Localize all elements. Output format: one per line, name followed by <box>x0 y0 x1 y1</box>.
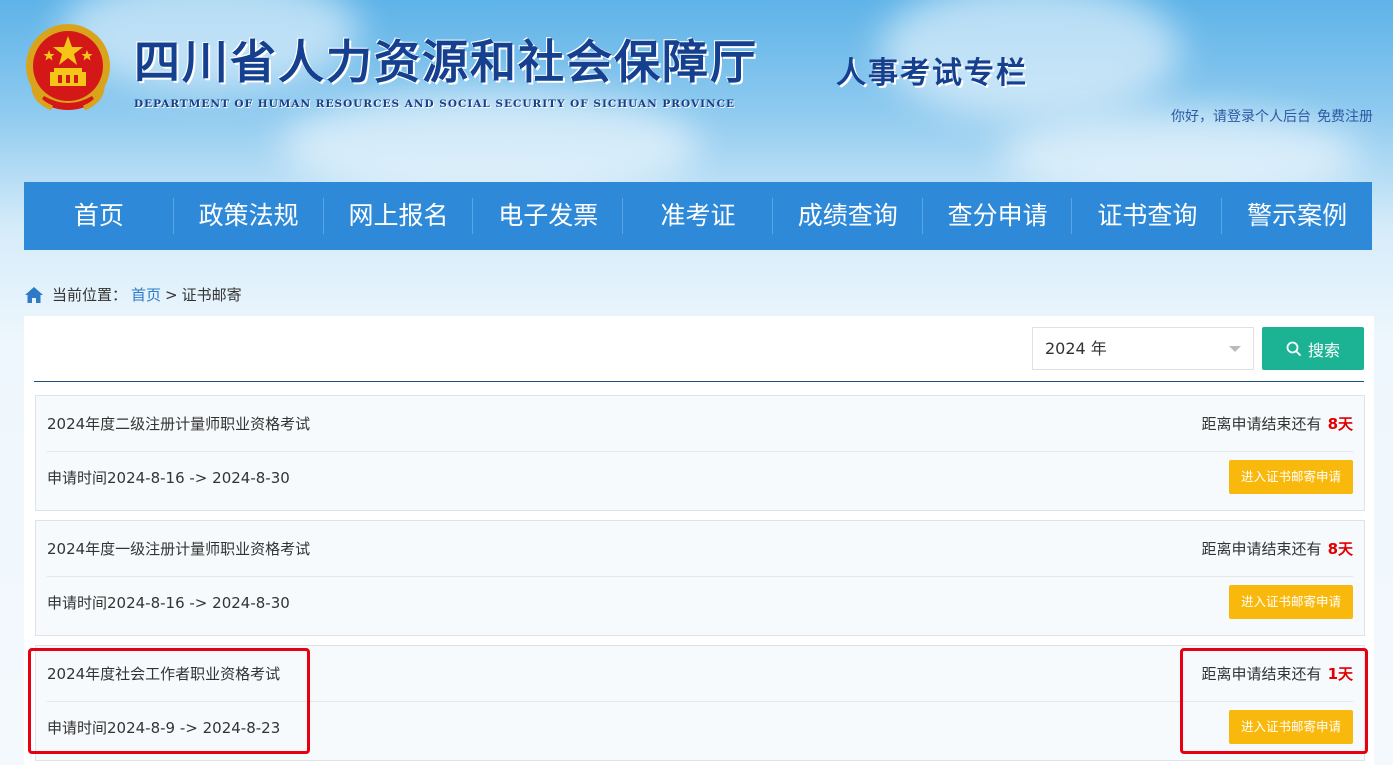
exam-name: 2024年度二级注册计量师职业资格考试 <box>47 415 311 433</box>
main-nav: 首页 政策法规 网上报名 电子发票 准考证 成绩查询 查分申请 证书查询 警示案… <box>24 182 1372 250</box>
nav-item-warning-cases[interactable]: 警示案例 <box>1222 182 1372 250</box>
search-button[interactable]: 搜索 <box>1262 327 1364 370</box>
year-select[interactable]: 2024 年 <box>1032 327 1254 370</box>
filter-bar: 2024 年 搜索 <box>34 316 1364 382</box>
remaining-time: 距离申请结束还有 8天 <box>1202 413 1353 434</box>
exam-item: 2024年度一级注册计量师职业资格考试 距离申请结束还有 8天 申请时间2024-… <box>35 520 1365 636</box>
exam-name: 2024年度一级注册计量师职业资格考试 <box>47 540 311 558</box>
application-period: 申请时间2024-8-9 -> 2024-8-23 <box>47 718 281 737</box>
apply-certificate-mail-button[interactable]: 进入证书邮寄申请 <box>1228 710 1353 744</box>
remaining-days: 1天 <box>1327 665 1353 683</box>
application-period: 申请时间2024-8-16 -> 2024-8-30 <box>47 468 290 487</box>
apply-certificate-mail-button[interactable]: 进入证书邮寄申请 <box>1228 585 1353 619</box>
application-period: 申请时间2024-8-16 -> 2024-8-30 <box>47 593 290 612</box>
nav-item-online-registration[interactable]: 网上报名 <box>324 182 474 250</box>
search-button-label: 搜索 <box>1307 340 1340 360</box>
remaining-label: 距离申请结束还有 <box>1201 665 1322 683</box>
site-subtitle: DEPARTMENT OF HUMAN RESOURCES AND SOCIAL… <box>134 98 735 110</box>
breadcrumb-prefix: 当前位置： <box>52 286 128 304</box>
remaining-label: 距离申请结束还有 <box>1201 415 1322 433</box>
remaining-time: 距离申请结束还有 8天 <box>1202 538 1353 559</box>
chevron-down-icon <box>1229 346 1241 352</box>
remaining-days: 8天 <box>1327 415 1353 433</box>
year-select-value: 2024 年 <box>1045 339 1107 358</box>
login-link[interactable]: 你好，请登录个人后台 <box>1171 109 1311 125</box>
nav-item-score-review[interactable]: 查分申请 <box>923 182 1073 250</box>
breadcrumb-separator: > <box>165 285 178 304</box>
content-panel: 2024 年 搜索 2024年度二级注册计量师职业资格考试 距离申请结束还有 8天… <box>24 316 1374 765</box>
nav-item-admission-ticket[interactable]: 准考证 <box>623 182 773 250</box>
remaining-days: 8天 <box>1327 540 1353 558</box>
nav-item-home[interactable]: 首页 <box>24 182 174 250</box>
nav-item-e-invoice[interactable]: 电子发票 <box>473 182 623 250</box>
breadcrumb-current: 证书邮寄 <box>181 286 242 304</box>
nav-item-policies[interactable]: 政策法规 <box>174 182 324 250</box>
exam-item: 2024年度社会工作者职业资格考试 距离申请结束还有 1天 申请时间2024-8-… <box>35 645 1365 761</box>
column-title: 人事考试专栏 <box>836 56 1028 91</box>
breadcrumb-home-link[interactable]: 首页 <box>131 284 161 305</box>
remaining-time: 距离申请结束还有 1天 <box>1202 663 1353 684</box>
search-icon <box>1286 341 1302 356</box>
national-emblem-icon <box>22 22 114 118</box>
home-icon <box>25 286 43 303</box>
nav-item-score-query[interactable]: 成绩查询 <box>773 182 923 250</box>
exam-item: 2024年度二级注册计量师职业资格考试 距离申请结束还有 8天 申请时间2024-… <box>35 395 1365 511</box>
remaining-label: 距离申请结束还有 <box>1201 540 1322 558</box>
user-links: 你好，请登录个人后台 免费注册 <box>1171 106 1373 126</box>
breadcrumb: 当前位置： 首页 > 证书邮寄 <box>24 284 242 305</box>
apply-certificate-mail-button[interactable]: 进入证书邮寄申请 <box>1228 460 1353 494</box>
site-title: 四川省人力资源和社会保障厅 <box>134 35 758 89</box>
register-link[interactable]: 免费注册 <box>1317 109 1373 125</box>
exam-name: 2024年度社会工作者职业资格考试 <box>47 665 281 683</box>
nav-item-certificate-query[interactable]: 证书查询 <box>1072 182 1223 250</box>
